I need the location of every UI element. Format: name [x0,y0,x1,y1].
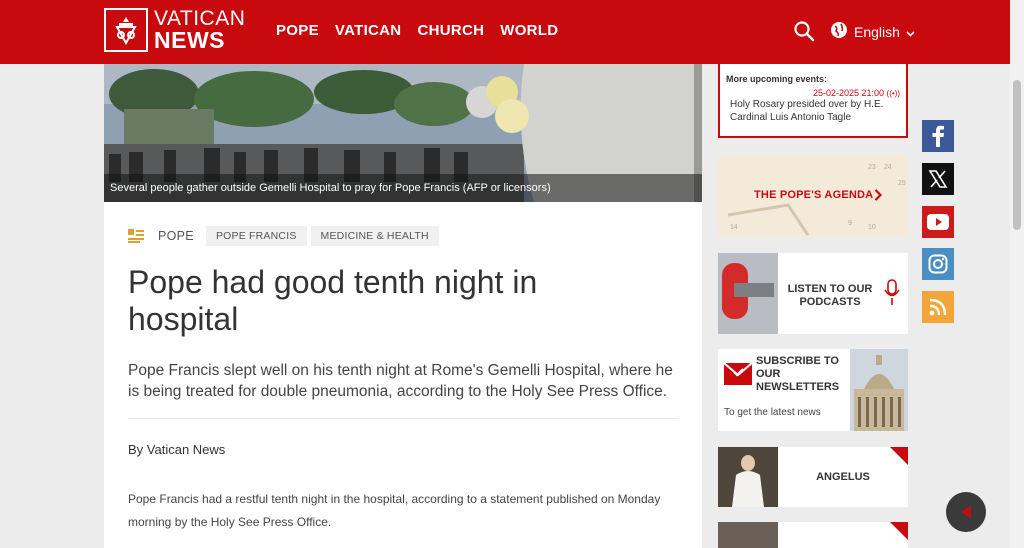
article-tags: POPE POPE FRANCIS MEDICINE & HEALTH [128,226,443,246]
angelus-image [718,447,778,507]
events-heading: More upcoming events: [726,74,828,84]
svg-text:10: 10 [868,224,876,231]
corner-accent [890,447,908,465]
podcasts-card[interactable]: LISTEN TO OUR PODCASTS [718,253,908,334]
nav-item-vatican[interactable]: VATICAN [335,22,402,42]
svg-text:23: 23 [868,164,876,171]
article-category-icon [128,229,144,243]
scrollbar-thumb[interactable] [1013,80,1021,230]
event-description: Holy Rosary presided over by H.E. Cardin… [730,99,884,123]
microphone-icon [884,279,900,312]
facebook-icon[interactable] [922,120,954,152]
tag-chip[interactable]: MEDICINE & HEALTH [310,226,439,246]
partial-card-image [718,522,778,548]
hero-caption: Several people gather outside Gemelli Ho… [104,174,702,202]
search-icon[interactable] [793,20,815,42]
event-date-text: 25-02-2025 21:00 [812,88,885,98]
language-label: English [854,23,900,40]
chevron-right-icon [874,188,883,206]
page-scrollbar[interactable] [1010,0,1024,548]
site-header: VATICAN NEWS POPE VATICAN CHURCH WORLD E… [0,0,1010,64]
x-icon[interactable] [922,163,954,195]
article-container: Several people gather outside Gemelli Ho… [104,64,702,548]
logo-line-2: NEWS [154,27,225,53]
logo-line-1: VATICAN [154,7,246,30]
popes-agenda-card[interactable]: 23 24 25 9 10 14 THE POPE'S AGENDA [718,155,908,237]
globe-icon [830,21,848,42]
svg-text:24: 24 [884,164,892,171]
upcoming-events-widget[interactable]: More upcoming events: 25-02-2025 21:00 (… [718,64,908,138]
newsletter-card[interactable]: SUBSCRIBE TO OUR NEWSLETTERS To get the … [718,349,908,431]
nav-item-pope[interactable]: POPE [276,22,319,42]
svg-text:9: 9 [848,220,852,227]
article-title: Pope had good tenth night in hospital [128,264,538,337]
rss-icon[interactable] [922,291,954,323]
audio-player-button[interactable] [946,492,986,532]
newsletter-envelope-icon [723,359,753,392]
agenda-label: THE POPE'S AGENDA [754,189,874,201]
main-nav: POPE VATICAN CHURCH WORLD [276,22,558,42]
podcasts-label: LISTEN TO OUR PODCASTS [787,283,873,308]
site-logo[interactable]: VATICAN NEWS [104,8,245,52]
youtube-icon[interactable] [922,206,954,238]
angelus-card[interactable]: ANGELUS [718,447,908,507]
language-selector[interactable]: English [830,21,915,42]
category-link[interactable]: POPE [158,229,194,243]
instagram-icon[interactable] [922,248,954,280]
svg-text:14: 14 [730,224,738,231]
podcast-image [718,253,778,334]
nav-item-world[interactable]: WORLD [500,22,558,42]
divider [128,418,678,419]
vatican-emblem-icon [104,8,148,52]
nav-item-church[interactable]: CHURCH [417,22,484,42]
tag-chip[interactable]: POPE FRANCIS [205,226,307,246]
live-broadcast-icon: ((•)) [886,89,900,98]
svg-text:25: 25 [898,180,906,187]
article-lead: Pope Francis slept well on his tenth nig… [128,362,673,400]
sidebar-card-partial[interactable] [718,522,908,548]
angelus-label: ANGELUS [816,471,870,483]
newsletter-label: SUBSCRIBE TO OUR NEWSLETTERS [756,355,840,393]
hero-image: Several people gather outside Gemelli Ho… [104,64,702,202]
chevron-down-icon [906,24,915,40]
corner-accent [890,522,908,540]
play-back-icon [961,506,971,518]
st-peters-basilica-image [850,349,908,431]
newsletter-subtext: To get the latest news [724,407,821,418]
article-byline: By Vatican News [128,442,226,457]
event-date: 25-02-2025 21:00 ((•)) [726,88,900,98]
article-body: Pope Francis had a restful tenth night i… [128,492,661,529]
